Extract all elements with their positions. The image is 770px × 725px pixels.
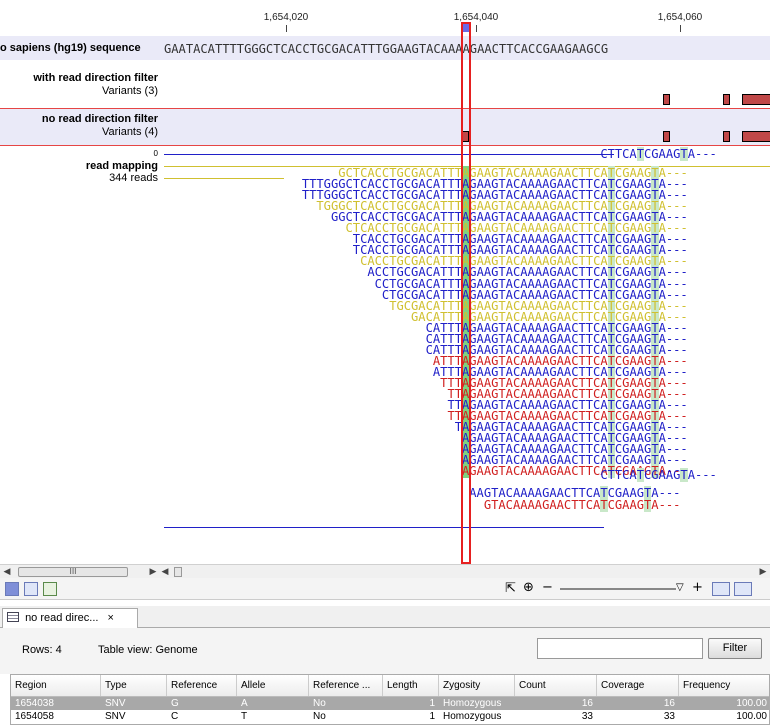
column-header[interactable]: Allele bbox=[237, 675, 309, 696]
variant-table[interactable]: Region Type Reference Allele Reference ... Le… bbox=[10, 674, 770, 725]
table-cell: SNV bbox=[105, 698, 126, 709]
table-header-row: Region Type Reference Allele Reference ... Le… bbox=[11, 675, 769, 697]
ruler-tick bbox=[476, 25, 477, 32]
variant-marker[interactable] bbox=[723, 94, 730, 105]
coverage-line bbox=[164, 178, 284, 179]
fit-height-icon[interactable] bbox=[734, 582, 752, 596]
column-header[interactable]: Coverage bbox=[597, 675, 679, 696]
column-header[interactable]: Count bbox=[515, 675, 597, 696]
table-view-icon[interactable] bbox=[24, 582, 38, 596]
close-icon[interactable]: × bbox=[108, 612, 114, 624]
table-cell: 100.00 bbox=[736, 711, 767, 722]
variant-track-subtitle: Variants (4) bbox=[101, 126, 158, 138]
zoom-slider[interactable] bbox=[560, 588, 676, 590]
table-cell: T bbox=[241, 711, 248, 722]
zoom-in-icon[interactable]: + bbox=[692, 580, 703, 595]
table-cell: C bbox=[171, 711, 179, 722]
tab-label: no read direc... bbox=[25, 612, 99, 624]
variant-marker[interactable] bbox=[742, 94, 770, 105]
table-row[interactable]: 1654058 SNV C T No 1 Homozygous 33 33 100.00 bbox=[11, 710, 769, 723]
table-view-label: Table view: Genome bbox=[98, 644, 198, 656]
zoom-tool-icon[interactable]: ⊕ bbox=[523, 580, 534, 595]
scroll-right-icon[interactable]: ▶ bbox=[758, 567, 768, 577]
column-header[interactable]: Type bbox=[101, 675, 167, 696]
scroll-left-icon[interactable]: ◀ bbox=[160, 567, 170, 577]
horizontal-scrollbar[interactable]: ◀ III ▶ ◀ ▶ bbox=[0, 564, 770, 578]
table-tab-bar: no read direc... × bbox=[0, 606, 770, 629]
coverage-line bbox=[164, 527, 604, 528]
position-ruler: 1,654,020 1,654,040 1,654,060 bbox=[0, 0, 770, 36]
column-header[interactable]: Zygosity bbox=[439, 675, 515, 696]
row-count-label: Rows: 4 bbox=[22, 644, 62, 656]
report-view-icon[interactable] bbox=[43, 582, 57, 596]
table-cell: 1654058 bbox=[15, 711, 54, 722]
sequence-track-label: o sapiens (hg19) sequence bbox=[0, 42, 141, 54]
table-cell: 1 bbox=[429, 711, 435, 722]
scroll-thumb[interactable]: III bbox=[18, 567, 128, 577]
column-header[interactable]: Length bbox=[383, 675, 439, 696]
column-header[interactable]: Region bbox=[11, 675, 101, 696]
sequencing-read[interactable]: CTTCATCGAAGTA--- bbox=[600, 467, 717, 482]
table-cell: Homozygous bbox=[443, 698, 502, 709]
column-header[interactable]: Reference ... bbox=[309, 675, 383, 696]
zoom-out-icon[interactable]: − bbox=[542, 580, 553, 595]
table-cell: Homozygous bbox=[443, 711, 502, 722]
column-header[interactable]: Frequency bbox=[679, 675, 769, 696]
zoom-slider-handle-icon[interactable]: ▽ bbox=[676, 582, 684, 593]
graph-view-icon[interactable] bbox=[5, 582, 19, 596]
fit-width-icon[interactable] bbox=[712, 582, 730, 596]
coverage-line bbox=[164, 154, 614, 155]
sequencing-read[interactable]: CTTCATCGAAGTA--- bbox=[600, 147, 717, 161]
tab-no-read-direction[interactable]: no read direc... × bbox=[2, 608, 138, 629]
view-toolbar: ⇱ ⊕ − ▽ + bbox=[0, 578, 770, 600]
ruler-tick-label: 1,654,060 bbox=[657, 12, 703, 23]
pointer-tool-icon[interactable]: ⇱ bbox=[505, 581, 516, 596]
variant-track-subtitle: Variants (3) bbox=[101, 85, 158, 97]
variant-track-title: no read direction filter bbox=[41, 113, 158, 125]
mapping-read-count: 344 reads bbox=[109, 172, 158, 184]
scroll-left-icon[interactable]: ◀ bbox=[2, 567, 12, 577]
variant-track-with-filter[interactable]: with read direction filter Variants (3) bbox=[0, 62, 770, 109]
table-cell: A bbox=[241, 698, 248, 709]
scroll-thumb[interactable] bbox=[174, 567, 182, 577]
sequencing-read[interactable]: GTACAAAAGAACTTCATCGAAGTA--- bbox=[484, 497, 680, 512]
table-row[interactable]: 1654038 SNV G A No 1 Homozygous 16 16 100.00 bbox=[11, 697, 769, 710]
table-cell: 1 bbox=[429, 698, 435, 709]
table-cell: No bbox=[313, 698, 326, 709]
table-cell: 1654038 bbox=[15, 698, 54, 709]
ruler-tick bbox=[286, 25, 287, 32]
table-cell: 16 bbox=[581, 698, 593, 709]
table-cell: 16 bbox=[663, 698, 675, 709]
variant-marker[interactable] bbox=[663, 131, 670, 142]
scroll-right-icon[interactable]: ▶ bbox=[148, 567, 158, 577]
ruler-tick-label: 1,654,020 bbox=[263, 12, 309, 23]
table-cell: 33 bbox=[663, 711, 675, 722]
mapping-track-title: read mapping bbox=[85, 160, 158, 172]
mapping-axis-zero: 0 bbox=[153, 149, 158, 158]
read-mapping-track[interactable]: 0 read mapping 344 reads CTTCATCGAAGTA--… bbox=[0, 146, 770, 564]
selected-position-highlight bbox=[461, 22, 471, 564]
table-cell: No bbox=[313, 711, 326, 722]
variant-track-no-filter[interactable]: no read direction filter Variants (4) bbox=[0, 109, 770, 146]
table-cell: 33 bbox=[581, 711, 593, 722]
table-cell: 100.00 bbox=[736, 698, 767, 709]
variant-track-title: with read direction filter bbox=[33, 72, 158, 84]
table-cell: G bbox=[171, 698, 179, 709]
filter-button[interactable]: Filter bbox=[708, 638, 762, 659]
table-icon bbox=[7, 612, 19, 622]
column-header[interactable]: Reference bbox=[167, 675, 237, 696]
variant-marker[interactable] bbox=[742, 131, 770, 142]
ruler-tick bbox=[680, 25, 681, 32]
filter-input[interactable] bbox=[537, 638, 703, 659]
table-info-bar: Rows: 4 Table view: Genome Filter bbox=[0, 628, 770, 674]
reference-sequence-bases: GAATACATTTTGGGCTCACCTGCGACATTTGGAAGTACAA… bbox=[164, 42, 609, 56]
variant-marker[interactable] bbox=[663, 94, 670, 105]
selected-position-marker bbox=[463, 24, 469, 32]
table-cell: SNV bbox=[105, 711, 126, 722]
variant-marker[interactable] bbox=[723, 131, 730, 142]
